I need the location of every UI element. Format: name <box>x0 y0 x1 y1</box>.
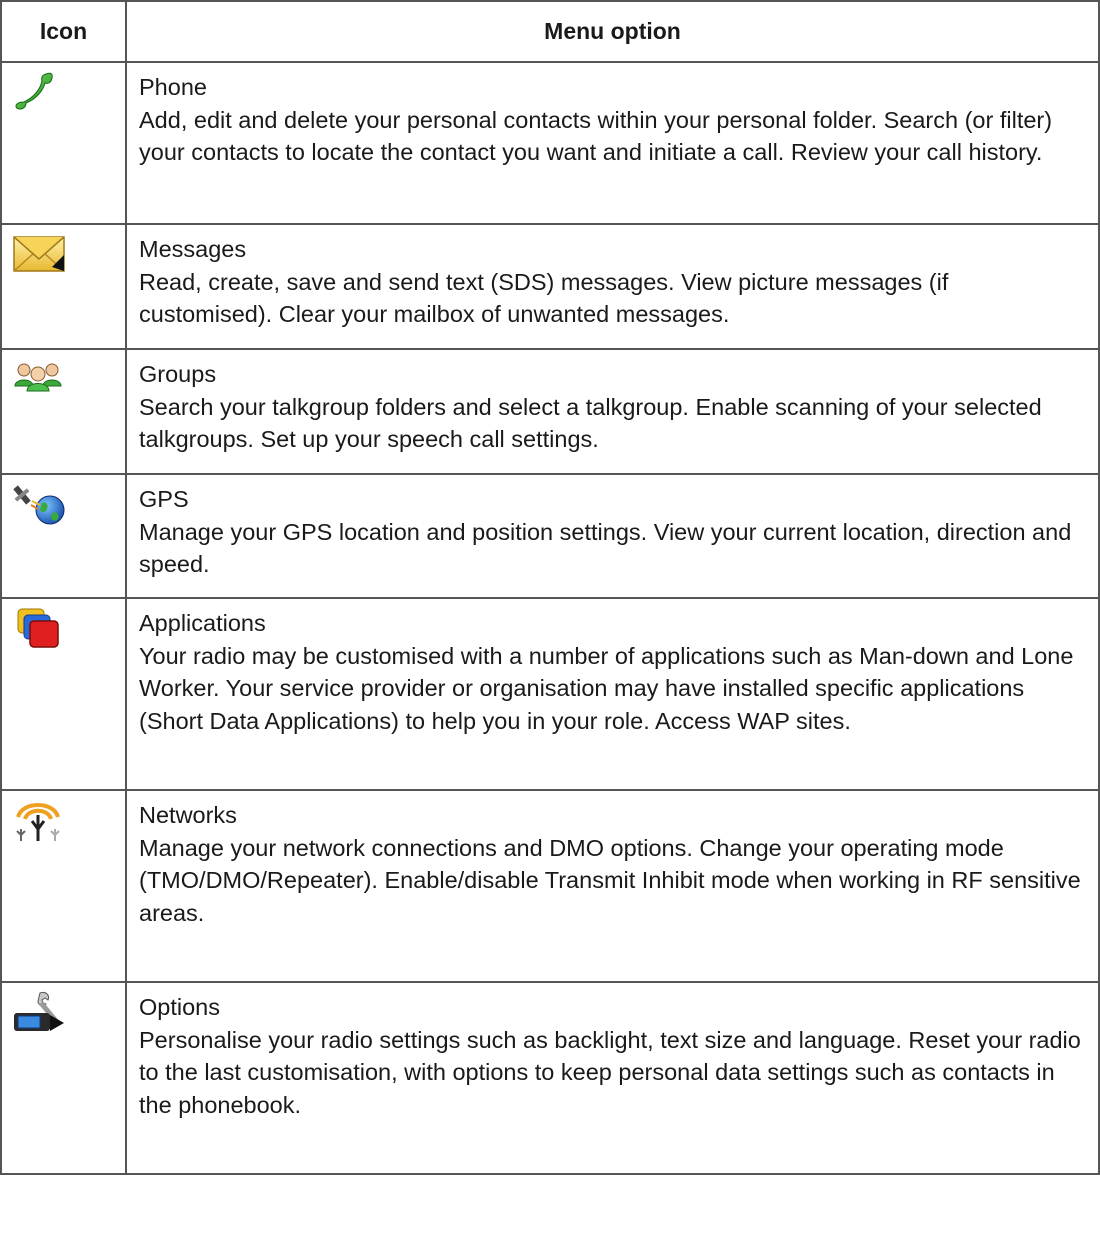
menu-option-cell: Messages Read, create, save and send tex… <box>125 223 1100 350</box>
gps-satellite-globe-icon <box>13 485 65 525</box>
option-description-groups: Search your talkgroup folders and select… <box>139 393 1042 453</box>
menu-option-cell: Applications Your radio may be customise… <box>125 597 1100 791</box>
menu-option-cell: GPS Manage your GPS location and positio… <box>125 473 1100 599</box>
option-description-gps: Manage your GPS location and position se… <box>139 518 1072 578</box>
option-description-messages: Read, create, save and send text (SDS) m… <box>139 268 949 328</box>
option-description-networks: Manage your network connections and DMO … <box>139 834 1081 926</box>
icon-cell <box>0 597 127 791</box>
icon-cell <box>0 981 127 1175</box>
envelope-icon <box>13 236 65 272</box>
groups-icon <box>14 363 62 392</box>
option-title-messages: Messages <box>139 236 247 262</box>
applications-icon <box>17 608 59 648</box>
option-title-gps: GPS <box>139 486 189 512</box>
network-antenna-icon <box>16 803 60 841</box>
icon-cell <box>0 223 127 350</box>
option-title-phone: Phone <box>139 74 207 100</box>
table-row: Phone Add, edit and delete your personal… <box>0 61 1100 225</box>
menu-option-column-header: Menu option <box>125 0 1100 63</box>
option-title-applications: Applications <box>139 610 266 636</box>
phone-icon <box>15 72 53 110</box>
table-header-row: Icon Menu option <box>0 0 1100 63</box>
icon-column-header: Icon <box>0 0 127 63</box>
menu-options-table: Icon Menu option Phone Add, edit and del… <box>0 0 1100 1175</box>
option-description-phone: Add, edit and delete your personal conta… <box>139 106 1053 166</box>
menu-option-cell: Groups Search your talkgroup folders and… <box>125 348 1100 475</box>
option-description-options: Personalise your radio settings such as … <box>139 1026 1081 1118</box>
option-title-groups: Groups <box>139 361 217 387</box>
icon-cell <box>0 61 127 225</box>
menu-option-cell: Phone Add, edit and delete your personal… <box>125 61 1100 225</box>
icon-cell <box>0 348 127 475</box>
table-row: Options Personalise your radio settings … <box>0 981 1100 1175</box>
table-row: Groups Search your talkgroup folders and… <box>0 348 1100 475</box>
menu-option-cell: Networks Manage your network connections… <box>125 789 1100 983</box>
icon-cell <box>0 473 127 599</box>
option-title-networks: Networks <box>139 802 237 828</box>
table-row: Networks Manage your network connections… <box>0 789 1100 983</box>
table-row: GPS Manage your GPS location and positio… <box>0 473 1100 599</box>
table-row: Messages Read, create, save and send tex… <box>0 223 1100 350</box>
table-row: Applications Your radio may be customise… <box>0 597 1100 791</box>
menu-option-cell: Options Personalise your radio settings … <box>125 981 1100 1175</box>
option-description-applications: Your radio may be customised with a numb… <box>139 642 1074 734</box>
icon-cell <box>0 789 127 983</box>
option-title-options: Options <box>139 994 220 1020</box>
options-wrench-radio-icon <box>14 992 64 1031</box>
